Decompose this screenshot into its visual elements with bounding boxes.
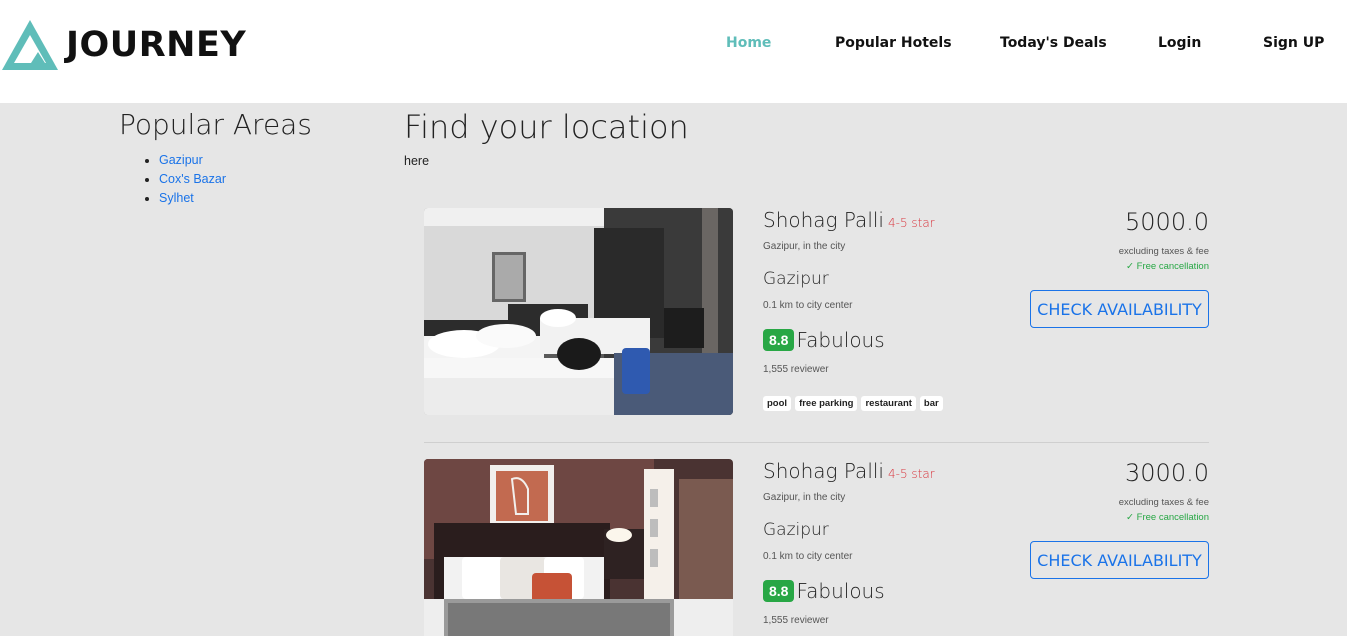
price-note: excluding taxes & fee bbox=[1118, 246, 1209, 257]
tag-pool: pool bbox=[763, 396, 792, 411]
hotel-location: Gazipur, in the city bbox=[763, 492, 846, 503]
hotel-distance: 0.1 km to city center bbox=[763, 551, 853, 562]
list-item: Gazipur bbox=[159, 151, 312, 170]
hotel-name-text: Shohag Palli bbox=[763, 459, 884, 483]
hotel-price: 5000.0 bbox=[1125, 208, 1209, 236]
rating-row: 8.8 Fabulous bbox=[763, 579, 885, 603]
score-badge: 8.8 bbox=[763, 329, 795, 351]
hotel-city: Gazipur bbox=[763, 269, 829, 289]
hotel-location: Gazipur, in the city bbox=[763, 241, 846, 252]
nav-home[interactable]: Home bbox=[726, 35, 771, 51]
logo[interactable]: JOURNEY bbox=[0, 18, 246, 72]
list-item: Cox's Bazar bbox=[159, 170, 312, 189]
free-cancellation: ✓ Free cancellation bbox=[1126, 261, 1209, 272]
triangle-logo-icon bbox=[2, 20, 58, 70]
tag-free-parking: free parking bbox=[795, 396, 858, 411]
divider bbox=[424, 442, 1209, 443]
score-badge: 8.8 bbox=[763, 580, 795, 602]
sidebar-title: Popular Areas bbox=[119, 108, 312, 141]
nav-todays-deals[interactable]: Today's Deals bbox=[1000, 35, 1107, 51]
page-title: Find your location bbox=[404, 108, 689, 146]
hotel-card: Shohag Palli 4-5 star Gazipur, in the cit… bbox=[424, 459, 1209, 636]
price-note: excluding taxes & fee bbox=[1118, 497, 1209, 508]
hotel-name[interactable]: Shohag Palli 4-5 star bbox=[763, 459, 935, 483]
amenity-tags: pool free parking restaurant bar bbox=[763, 396, 943, 411]
area-link-sylhet[interactable]: Sylhet bbox=[159, 191, 194, 205]
tag-restaurant: restaurant bbox=[861, 396, 916, 411]
check-availability-button[interactable]: CHECK AVAILABILITY bbox=[1030, 541, 1209, 579]
hotel-city: Gazipur bbox=[763, 520, 829, 540]
star-rating: 4-5 star bbox=[888, 467, 935, 481]
brand-name: JOURNEY bbox=[66, 25, 247, 65]
area-list: Gazipur Cox's Bazar Sylhet bbox=[159, 151, 312, 208]
hotel-card: Shohag Palli 4-5 star Gazipur, in the cit… bbox=[424, 208, 1209, 415]
rating-label: Fabulous bbox=[796, 579, 885, 603]
reviewer-count: 1,555 reviewer bbox=[763, 615, 829, 626]
sidebar: Popular Areas Gazipur Cox's Bazar Sylhet bbox=[119, 108, 312, 208]
navbar: JOURNEY Home Popular Hotels Today's Deal… bbox=[0, 0, 1347, 103]
hotel-name-text: Shohag Palli bbox=[763, 208, 884, 232]
rating-label: Fabulous bbox=[796, 328, 885, 352]
hotel-price: 3000.0 bbox=[1125, 459, 1209, 487]
hotel-image[interactable] bbox=[424, 208, 733, 415]
star-rating: 4-5 star bbox=[888, 216, 935, 230]
nav-login[interactable]: Login bbox=[1158, 35, 1201, 51]
tag-bar: bar bbox=[919, 396, 943, 411]
hotel-distance: 0.1 km to city center bbox=[763, 300, 853, 311]
free-cancellation: ✓ Free cancellation bbox=[1126, 512, 1209, 523]
area-link-coxs-bazar[interactable]: Cox's Bazar bbox=[159, 172, 226, 186]
check-availability-button[interactable]: CHECK AVAILABILITY bbox=[1030, 290, 1209, 328]
nav-sign-up[interactable]: Sign UP bbox=[1263, 35, 1324, 51]
list-item: Sylhet bbox=[159, 189, 312, 208]
page-subtitle: here bbox=[404, 154, 430, 168]
hotel-image[interactable] bbox=[424, 459, 733, 636]
hotel-name[interactable]: Shohag Palli 4-5 star bbox=[763, 208, 935, 232]
rating-row: 8.8 Fabulous bbox=[763, 328, 885, 352]
area-link-gazipur[interactable]: Gazipur bbox=[159, 153, 203, 167]
nav-popular-hotels[interactable]: Popular Hotels bbox=[835, 35, 952, 51]
reviewer-count: 1,555 reviewer bbox=[763, 364, 829, 375]
